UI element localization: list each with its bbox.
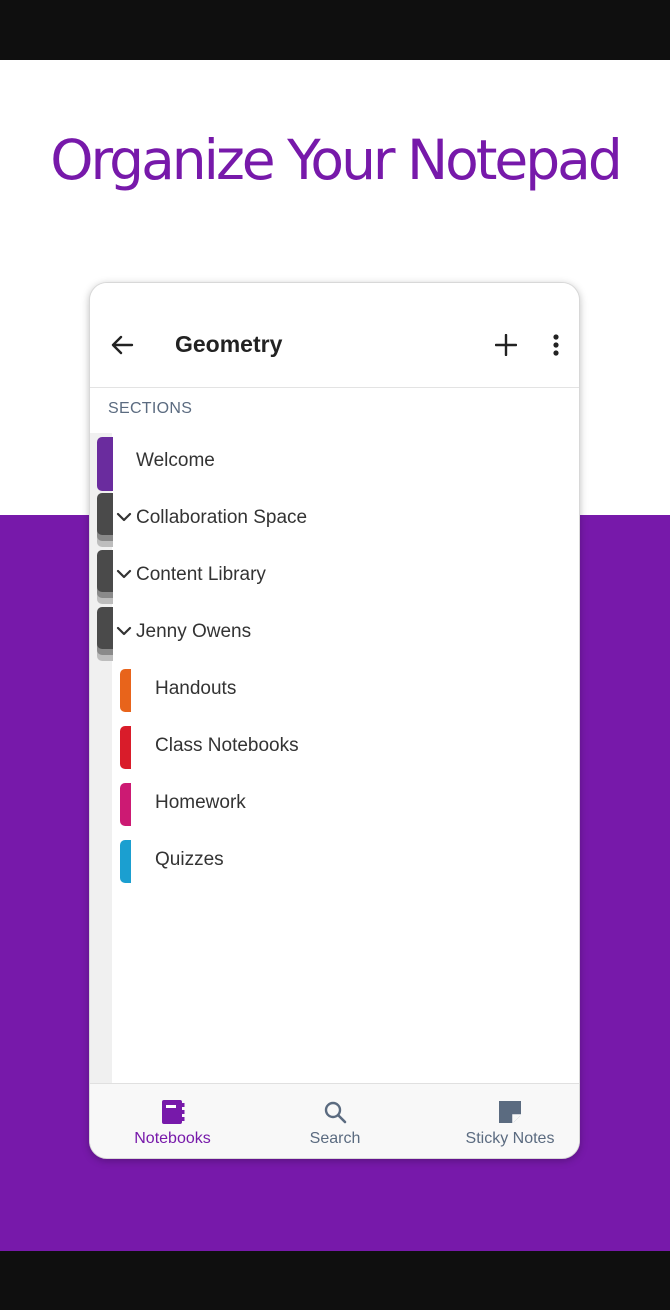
app-bar: Geometry — [90, 283, 579, 388]
chevron-down-icon[interactable] — [116, 623, 132, 639]
phone-screen: Geometry SECTIONS Welcome Collaboration … — [89, 282, 580, 1159]
sections-header: SECTIONS — [108, 400, 193, 417]
chevron-down-icon[interactable] — [116, 566, 132, 582]
search-icon — [324, 1101, 347, 1124]
nav-tab-sticky-notes[interactable]: Sticky Notes — [450, 1084, 570, 1158]
navigation-bar — [0, 1251, 670, 1310]
section-item-handouts[interactable]: Handouts — [90, 661, 579, 718]
page-title: Geometry — [175, 331, 283, 357]
status-bar — [0, 0, 670, 60]
section-color-tab — [120, 840, 131, 883]
nav-tab-search[interactable]: Search — [285, 1084, 385, 1158]
add-section-button[interactable] — [488, 329, 524, 361]
chevron-down-icon[interactable] — [116, 509, 132, 525]
back-button[interactable] — [104, 330, 140, 360]
section-label: Collaboration Space — [136, 507, 308, 528]
section-color-tab — [120, 726, 131, 769]
section-item-class-notebooks[interactable]: Class Notebooks — [90, 718, 579, 775]
section-label: Homework — [155, 792, 246, 813]
section-color-tab — [97, 437, 113, 491]
section-label: Quizzes — [155, 849, 224, 870]
sticky-note-icon — [499, 1101, 521, 1123]
section-label: Class Notebooks — [155, 735, 299, 756]
nav-label: Notebooks — [134, 1130, 211, 1147]
section-label: Welcome — [136, 450, 215, 471]
headline: Organize Your Notepad — [50, 128, 623, 192]
section-label: Jenny Owens — [136, 621, 252, 642]
section-label: Handouts — [155, 678, 237, 699]
section-item-quizzes[interactable]: Quizzes — [90, 832, 579, 889]
plus-icon — [495, 334, 517, 356]
section-color-tab — [120, 669, 131, 712]
more-options-button[interactable] — [542, 329, 570, 361]
section-label: Content Library — [136, 564, 266, 585]
section-group-collaboration-space[interactable]: Collaboration Space — [90, 490, 579, 547]
section-group-content-library[interactable]: Content Library — [90, 547, 579, 604]
section-item-welcome[interactable]: Welcome — [90, 433, 579, 491]
section-item-homework[interactable]: Homework — [90, 775, 579, 832]
nav-label: Search — [309, 1130, 361, 1147]
section-group-jenny-owens[interactable]: Jenny Owens — [90, 604, 579, 661]
notebook-icon — [161, 1100, 184, 1124]
bottom-navigation: Notebooks Search Sticky Notes — [90, 1083, 579, 1158]
nav-tab-notebooks[interactable]: Notebooks — [115, 1084, 230, 1158]
arrow-left-icon — [111, 335, 134, 355]
section-color-tab — [120, 783, 131, 826]
more-vertical-icon — [553, 334, 559, 356]
nav-label: Sticky Notes — [465, 1130, 555, 1147]
